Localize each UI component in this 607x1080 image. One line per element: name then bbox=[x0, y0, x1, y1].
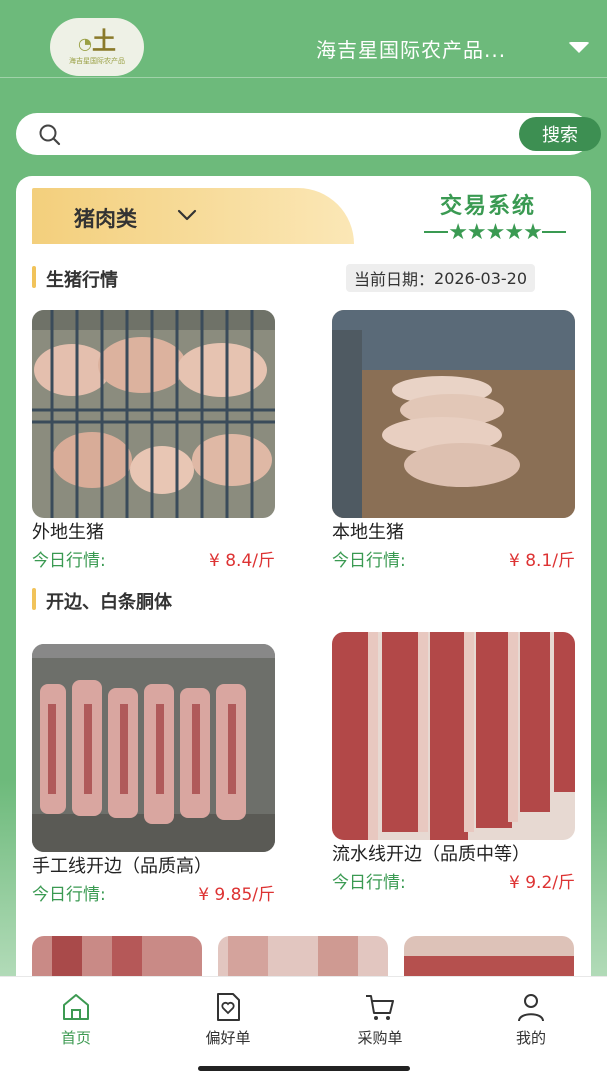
bottom-navigation: 首页 偏好单 采购单 我的 bbox=[0, 976, 607, 1080]
top-header: ◔土 海吉星国际农产品 海吉星国际农产品... bbox=[0, 0, 607, 78]
product-card-local-pig[interactable]: 本地生猪 今日行情: ¥ 8.1/斤 bbox=[332, 310, 575, 571]
price-label: 今日行情: bbox=[332, 873, 406, 893]
star-icons: ★★★★★ bbox=[448, 219, 543, 245]
logo-subtitle: 海吉星国际农产品 bbox=[69, 57, 125, 65]
nav-label: 首页 bbox=[60, 1029, 91, 1047]
section-marker bbox=[32, 588, 36, 610]
nav-label: 我的 bbox=[515, 1029, 546, 1047]
product-name: 本地生猪 bbox=[332, 522, 404, 543]
market-card: 猪肉类 交易系统 ★★★★★ 生猪行情 当前日期： 2026-03-20 外地生… bbox=[16, 176, 591, 1016]
chevron-down-icon bbox=[177, 209, 197, 221]
price-label: 今日行情: bbox=[32, 551, 106, 571]
product-image bbox=[332, 632, 575, 840]
user-icon bbox=[518, 994, 544, 1022]
cart-icon bbox=[366, 995, 394, 1020]
logo-mark: ◔土 bbox=[78, 27, 116, 55]
price-label: 今日行情: bbox=[32, 885, 106, 905]
section-title-carcass: 开边、白条胴体 bbox=[46, 592, 172, 613]
nav-item-home[interactable]: 首页 bbox=[31, 991, 121, 1048]
product-name: 外地生猪 bbox=[32, 522, 104, 543]
nav-label: 偏好单 bbox=[205, 1029, 251, 1047]
dropdown-icon[interactable] bbox=[568, 42, 590, 53]
price-value: ¥ 9.2/斤 bbox=[509, 873, 575, 893]
price-row: 今日行情: ¥ 9.2/斤 bbox=[332, 868, 575, 893]
search-input[interactable] bbox=[76, 119, 496, 149]
category-label: 猪肉类 bbox=[74, 207, 137, 231]
price-row: 今日行情: ¥ 9.85/斤 bbox=[32, 880, 275, 905]
price-value: ¥ 8.4/斤 bbox=[209, 551, 275, 571]
section-title-live-pigs: 生猪行情 bbox=[46, 270, 118, 291]
home-icon bbox=[63, 994, 89, 1020]
nav-item-cart[interactable]: 采购单 bbox=[335, 991, 425, 1048]
date-value: 2026-03-20 bbox=[434, 268, 527, 288]
search-bar: 搜索 bbox=[16, 113, 601, 155]
product-image bbox=[32, 310, 275, 518]
section-marker bbox=[32, 266, 36, 288]
company-logo[interactable]: ◔土 海吉星国际农产品 bbox=[50, 18, 144, 76]
product-image bbox=[32, 644, 275, 852]
nav-item-favorites[interactable]: 偏好单 bbox=[183, 991, 273, 1048]
search-icon bbox=[39, 124, 61, 146]
current-date-badge: 当前日期： 2026-03-20 bbox=[346, 264, 535, 292]
product-name: 手工线开边（品质高） bbox=[32, 856, 212, 877]
search-button[interactable]: 搜索 bbox=[519, 117, 601, 151]
product-card-manual-split[interactable]: 手工线开边（品质高） 今日行情: ¥ 9.85/斤 bbox=[32, 644, 275, 905]
price-value: ¥ 9.85/斤 bbox=[198, 885, 275, 905]
price-label: 今日行情: bbox=[332, 551, 406, 571]
price-row: 今日行情: ¥ 8.4/斤 bbox=[32, 546, 275, 571]
product-name: 流水线开边（品质中等） bbox=[332, 844, 530, 865]
nav-item-profile[interactable]: 我的 bbox=[486, 991, 576, 1048]
product-card-outside-pig[interactable]: 外地生猪 今日行情: ¥ 8.4/斤 bbox=[32, 310, 275, 571]
favorites-icon bbox=[217, 993, 240, 1021]
home-indicator bbox=[198, 1066, 410, 1071]
product-image bbox=[332, 310, 575, 518]
price-value: ¥ 8.1/斤 bbox=[509, 551, 575, 571]
category-selector[interactable]: 猪肉类 bbox=[32, 188, 354, 244]
company-name[interactable]: 海吉星国际农产品... bbox=[316, 34, 506, 63]
rating-stars: ★★★★★ bbox=[414, 219, 576, 245]
product-card-line-split[interactable]: 流水线开边（品质中等） 今日行情: ¥ 9.2/斤 bbox=[332, 632, 575, 893]
date-label: 当前日期： bbox=[354, 270, 435, 289]
nav-label: 采购单 bbox=[357, 1029, 403, 1047]
price-row: 今日行情: ¥ 8.1/斤 bbox=[332, 546, 575, 571]
brand-title: 交易系统 bbox=[440, 194, 537, 219]
